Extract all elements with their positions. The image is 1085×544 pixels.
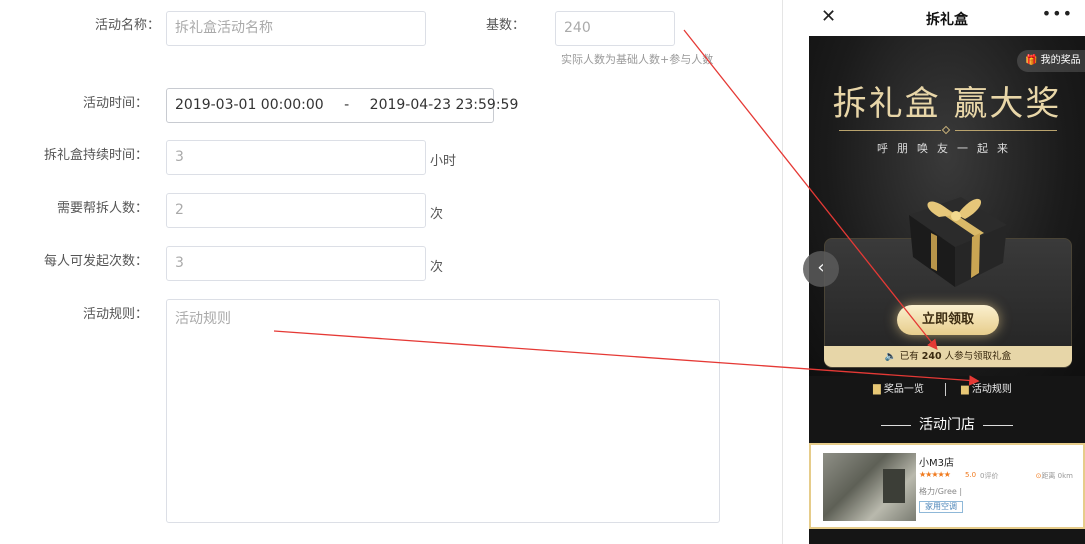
store-distance-text: 距离 0km: [1041, 472, 1073, 480]
rules-book-icon: ▆: [961, 384, 969, 395]
links-row: ▇ 奖品一览 ▆ 活动规则: [809, 380, 1085, 400]
duration-unit: 小时: [430, 154, 457, 169]
activity-time-label: 活动时间：: [82, 96, 148, 111]
speaker-icon: 🔈: [884, 351, 897, 362]
phone-topbar: ✕ 拆礼盒 •••: [809, 0, 1085, 36]
activity-time-range[interactable]: 2019-03-01 00:00:00 - 2019-04-23 23:59:5…: [166, 88, 518, 123]
my-prize-button[interactable]: 🎁 我的奖品: [1017, 50, 1085, 72]
gift-bag-icon: ▇: [873, 384, 881, 395]
activity-rules-label: 活动规则: [971, 384, 1012, 395]
my-prize-label: 我的奖品: [1040, 55, 1081, 66]
base-count-label: 基数：: [485, 18, 525, 33]
start-time[interactable]: 2019-03-01 00:00:00: [175, 89, 324, 122]
phone-preview: ✕ 拆礼盒 ••• 🎁 我的奖品 拆礼盒 赢大奖 呼朋唤友一起来 立即领取 🔈 …: [809, 0, 1085, 544]
main-title: 拆礼盒 赢大奖: [832, 84, 1062, 124]
divider: [782, 0, 783, 544]
gift-icon: 🎁: [1025, 55, 1038, 66]
store-tag: 家用空调: [919, 501, 963, 513]
store-brand: 格力/Gree |: [919, 487, 963, 496]
rules-label: 活动规则：: [82, 307, 148, 322]
more-icon[interactable]: •••: [1042, 4, 1073, 23]
rules-textarea[interactable]: 活动规则: [166, 299, 720, 523]
range-separator: -: [344, 97, 350, 113]
base-count-hint: 实际人数为基础人数+参与人数: [561, 53, 714, 66]
helpers-input[interactable]: 2: [166, 193, 426, 228]
helpers-label: 需要帮拆人数：: [56, 201, 148, 216]
prize-list-label: 奖品一览: [883, 384, 924, 395]
store-reviews: 0评价: [980, 472, 999, 480]
activity-rules-link[interactable]: ▆ 活动规则: [961, 380, 1012, 400]
store-heading: 活动门店: [809, 414, 1085, 434]
end-time[interactable]: 2019-04-23 23:59:59: [370, 89, 519, 122]
store-score: 5.0: [965, 471, 977, 479]
launch-times-input[interactable]: 3: [166, 246, 426, 281]
duration-input[interactable]: 3: [166, 140, 426, 175]
duration-label: 拆礼盒持续时间：: [43, 148, 148, 163]
title-rule-right: [955, 130, 1057, 131]
prize-list-link[interactable]: ▇ 奖品一览: [873, 380, 924, 400]
store-rating-stars: ★★★★★: [919, 470, 951, 479]
store-photo: [823, 453, 916, 521]
launch-times-label: 每人可发起次数：: [43, 254, 148, 269]
store-heading-text: 活动门店: [919, 417, 975, 433]
store-card[interactable]: 小M3店 ★★★★★ 5.0 0评价 ⊙距离 0km 格力/Gree | 家用空…: [809, 443, 1085, 529]
store-distance: ⊙距离 0km: [1036, 471, 1073, 481]
join-suffix: 人参与领取礼盒: [944, 351, 1012, 362]
launch-times-unit: 次: [430, 260, 444, 275]
heading-line-right: [983, 424, 1013, 426]
title-rule-left: [839, 130, 941, 131]
store-name: 小M3店: [919, 458, 954, 469]
store-photo-door: [883, 469, 905, 503]
join-prefix: 已有: [899, 351, 919, 362]
base-count-input[interactable]: 240: [555, 11, 675, 46]
gift-box-icon: [909, 197, 1007, 287]
chevron-left-icon[interactable]: ‹: [803, 251, 839, 287]
join-count-bar: 🔈 已有 240 人参与领取礼盒: [824, 346, 1072, 367]
helpers-unit: 次: [430, 207, 444, 222]
subtitle: 呼朋唤友一起来: [877, 142, 1017, 155]
heading-line-left: [881, 424, 911, 426]
activity-form: 活动名称： 拆礼盒活动名称 基数： 240 实际人数为基础人数+参与人数 活动时…: [0, 0, 780, 544]
claim-button[interactable]: 立即领取: [897, 305, 999, 335]
join-count: 240: [921, 351, 942, 362]
activity-name-label: 活动名称：: [94, 18, 160, 33]
links-separator: [945, 383, 946, 396]
activity-name-input[interactable]: 拆礼盒活动名称: [166, 11, 426, 46]
